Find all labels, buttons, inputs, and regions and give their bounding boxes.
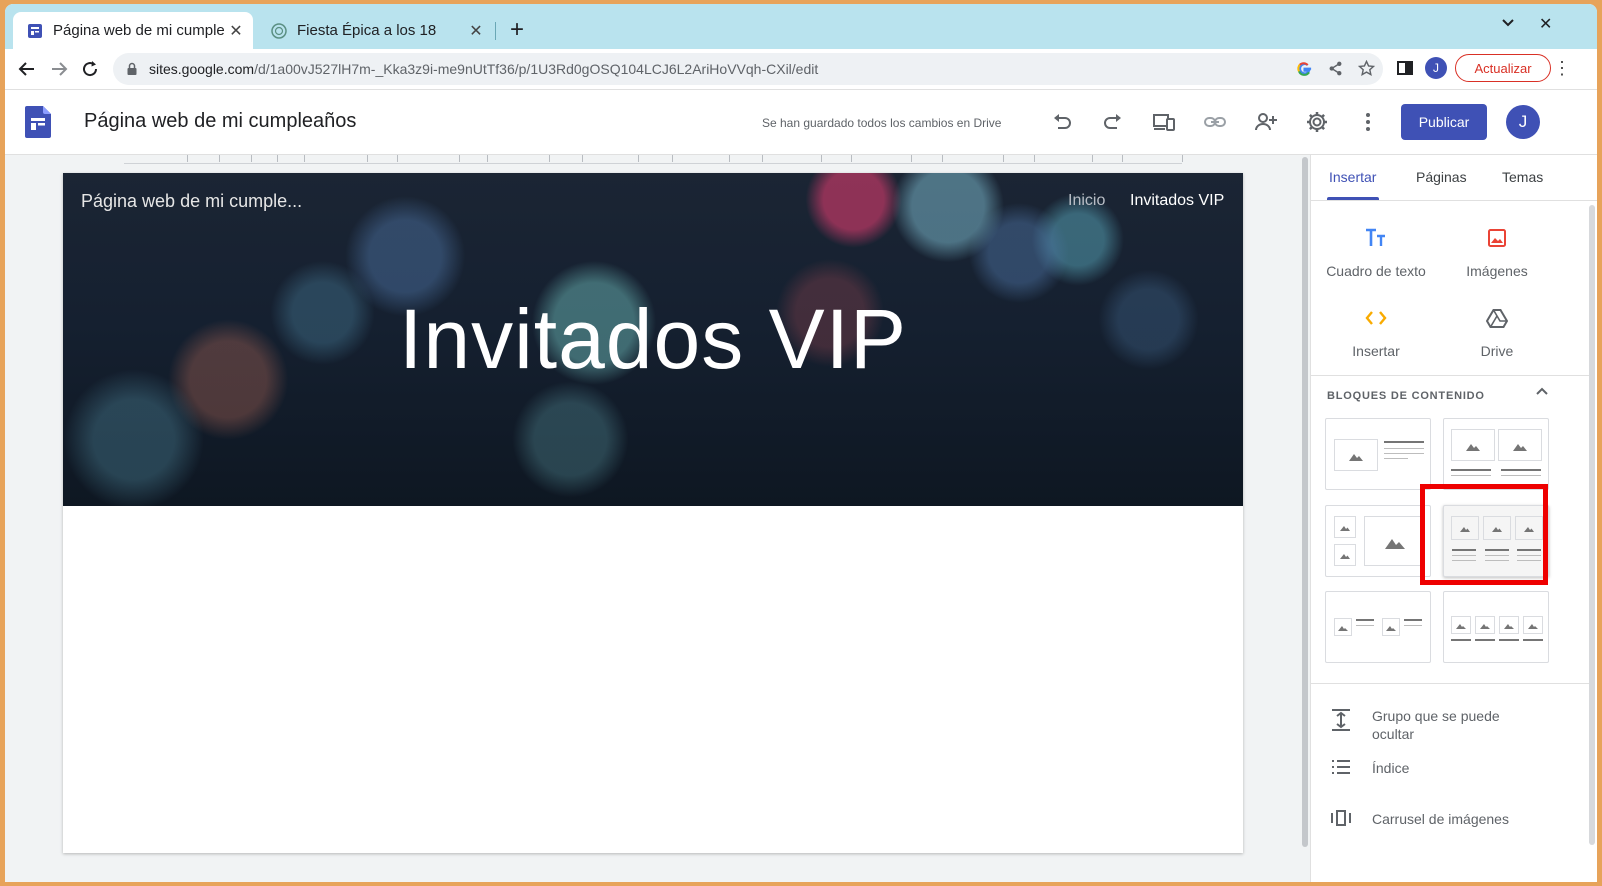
layout-gallery-mixed[interactable] [1325, 505, 1431, 577]
layout-four-images[interactable] [1443, 591, 1549, 663]
bookmark-star-icon[interactable] [1358, 60, 1375, 77]
google-icon[interactable] [1296, 60, 1313, 77]
url-path: /d/1a00vJ527lH7m-_Kka3z9i-me9nUtTf36/p/1… [254, 61, 819, 77]
content-blocks-header[interactable]: BLOQUES DE CONTENIDO [1327, 390, 1485, 402]
close-window-icon[interactable]: ✕ [1539, 14, 1552, 34]
side-panel-icon[interactable] [1397, 60, 1413, 76]
selection-highlight-box [1420, 484, 1548, 585]
google-sites-favicon-icon [28, 23, 42, 38]
tab-temas[interactable]: Temas [1502, 169, 1543, 185]
images-label: Imágenes [1466, 263, 1528, 279]
preview-devices-icon[interactable] [1152, 110, 1176, 134]
image-carousel-icon [1331, 810, 1351, 826]
layout-two-images[interactable] [1443, 418, 1549, 490]
reload-icon[interactable] [78, 57, 102, 81]
image-placeholder-icon [1334, 516, 1356, 538]
tab-sites-editor[interactable]: Página web de mi cumpleaños ✕ [13, 12, 253, 49]
tab-insertar[interactable]: Insertar [1329, 169, 1376, 185]
tab-paginas[interactable]: Páginas [1416, 169, 1467, 185]
close-tab-icon[interactable]: ✕ [465, 21, 487, 41]
browser-profile-avatar[interactable]: J [1425, 57, 1447, 79]
back-icon[interactable] [15, 57, 39, 81]
tab-fiesta[interactable]: Fiesta Épica a los 18 ✕ [257, 12, 493, 49]
collapsible-group-label: Grupo que se puede ocultar [1372, 708, 1500, 742]
undo-icon[interactable] [1050, 110, 1074, 134]
tab-separator [495, 22, 496, 40]
text-box-label: Cuadro de texto [1326, 263, 1426, 279]
image-placeholder-icon [1475, 616, 1495, 634]
new-tab-button[interactable]: + [503, 16, 531, 44]
forward-icon[interactable] [47, 57, 71, 81]
image-placeholder-icon [1364, 516, 1424, 566]
tab-bar: Página web de mi cumpleaños ✕ Fiesta Épi… [5, 4, 1597, 49]
image-placeholder-icon [1498, 429, 1542, 461]
panel-divider [1311, 683, 1589, 684]
image-placeholder-icon [1334, 439, 1378, 471]
table-of-contents-label: Índice [1372, 760, 1410, 776]
close-tab-icon[interactable]: ✕ [225, 21, 247, 41]
redo-icon[interactable] [1101, 110, 1125, 134]
ruler [124, 155, 1183, 164]
insert-images[interactable]: Imágenes [1437, 225, 1557, 279]
share-icon[interactable] [1327, 60, 1344, 77]
save-status: Se han guardado todos los cambios en Dri… [762, 116, 1002, 130]
sites-header: Página web de mi cumpleaños Se han guard… [5, 90, 1597, 155]
browser-toolbar: sites.google.com/d/1a00vJ527lH7m-_Kka3z9… [5, 49, 1597, 90]
update-button[interactable]: Actualizar [1455, 54, 1551, 82]
account-avatar[interactable]: J [1506, 105, 1540, 139]
image-placeholder-icon [1334, 618, 1352, 636]
address-bar[interactable]: sites.google.com/d/1a00vJ527lH7m-_Kka3z9… [113, 53, 1383, 85]
browser-menu-icon[interactable]: ⋮ [1553, 58, 1571, 79]
embed-label: Insertar [1352, 343, 1400, 359]
more-options-icon[interactable] [1356, 110, 1380, 134]
table-of-contents-icon [1332, 760, 1350, 774]
tab-search-chevron-icon[interactable] [1501, 16, 1515, 35]
url-host: sites.google.com [149, 61, 255, 77]
canvas-scrollbar[interactable] [1301, 155, 1310, 847]
drive-label: Drive [1480, 343, 1514, 359]
chatgpt-favicon-icon [271, 22, 287, 39]
image-placeholder-icon [1451, 616, 1471, 634]
collapsible-group-icon [1332, 709, 1350, 731]
image-placeholder-icon [1523, 616, 1543, 634]
tab-title: Página web de mi cumpleaños [53, 22, 225, 39]
text-box-icon [1366, 228, 1385, 246]
site-page: Página web de mi cumple... Inicio Invita… [63, 173, 1243, 853]
chevron-up-icon[interactable] [1535, 384, 1549, 398]
document-title[interactable]: Página web de mi cumpleaños [84, 110, 356, 133]
hero-title[interactable]: Invitados VIP [63, 291, 1243, 388]
site-name[interactable]: Página web de mi cumple... [81, 191, 302, 212]
publish-button[interactable]: Publicar [1401, 104, 1487, 140]
tab-title: Fiesta Épica a los 18 [297, 22, 437, 39]
image-placeholder-icon [1334, 544, 1356, 566]
editor-canvas: Página web de mi cumple... Inicio Invita… [5, 155, 1310, 882]
embed-code-icon [1365, 311, 1387, 325]
image-icon [1488, 229, 1506, 247]
active-tab-indicator [1327, 197, 1379, 200]
image-placeholder-icon [1451, 429, 1495, 461]
settings-gear-icon[interactable] [1305, 110, 1329, 134]
nav-link-invitados-vip[interactable]: Invitados VIP [1130, 192, 1224, 210]
image-placeholder-icon [1499, 616, 1519, 634]
insert-text-box[interactable]: Cuadro de texto [1316, 225, 1436, 279]
hero-banner[interactable]: Página web de mi cumple... Inicio Invita… [63, 173, 1243, 506]
browser-window: Página web de mi cumpleaños ✕ Fiesta Épi… [5, 4, 1597, 882]
image-placeholder-icon [1382, 618, 1400, 636]
url-text: sites.google.com/d/1a00vJ527lH7m-_Kka3z9… [149, 61, 818, 77]
panel-scrollbar[interactable] [1589, 205, 1595, 845]
google-sites-logo-icon[interactable] [25, 106, 51, 138]
layout-image-text-pairs[interactable] [1325, 591, 1431, 663]
insert-embed[interactable]: Insertar [1316, 305, 1436, 359]
lock-icon [127, 62, 137, 75]
insert-drive[interactable]: Drive [1437, 305, 1557, 359]
nav-link-inicio[interactable]: Inicio [1068, 192, 1105, 210]
link-icon[interactable] [1203, 110, 1227, 134]
layout-image-text[interactable] [1325, 418, 1431, 490]
drive-icon [1486, 309, 1508, 328]
share-with-others-icon[interactable] [1254, 110, 1278, 134]
panel-tabs: Insertar Páginas Temas [1311, 155, 1597, 201]
image-carousel-label: Carrusel de imágenes [1372, 811, 1509, 827]
panel-divider [1311, 375, 1589, 376]
